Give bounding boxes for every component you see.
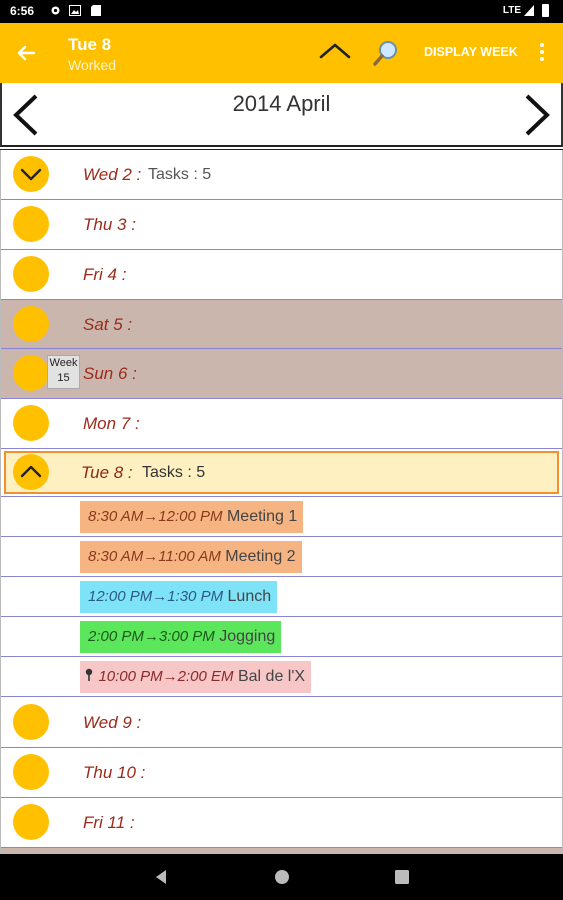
system-navigation-bar <box>0 854 563 900</box>
day-status-circle[interactable] <box>13 256 49 292</box>
day-label: Wed 2 : <box>83 165 142 184</box>
task-name: Lunch <box>227 588 272 605</box>
nav-recents-icon[interactable] <box>393 868 411 886</box>
day-label: Sat 5 : <box>83 315 133 334</box>
task-meeting-2[interactable]: 8:30 AM→11:00 AM Meeting 2 <box>80 541 302 573</box>
display-week-button[interactable]: DISPLAY WEEK <box>424 45 518 59</box>
task-time: 10:00 PM→2:00 EM <box>98 668 234 685</box>
task-jogging[interactable]: 2:00 PM→3:00 PM Jogging <box>80 621 282 653</box>
day-row-fri-4[interactable]: Fri 4 : <box>1 250 562 300</box>
day-status-circle[interactable] <box>13 704 49 740</box>
task-row: 10:00 PM→2:00 EM Bal de l'X <box>1 657 562 697</box>
signal-icon <box>524 5 534 16</box>
task-name: Meeting 1 <box>226 508 298 525</box>
back-arrow-icon[interactable] <box>14 41 38 65</box>
overflow-menu-icon[interactable] <box>536 41 548 65</box>
task-time: 8:30 AM→12:00 PM <box>88 508 223 525</box>
task-row: 2:00 PM→3:00 PM Jogging <box>1 617 562 657</box>
nav-home-icon[interactable] <box>273 868 291 886</box>
day-status-circle[interactable] <box>13 206 49 242</box>
day-label: Fri 4 : <box>83 265 127 284</box>
day-status-circle[interactable] <box>13 355 49 391</box>
nav-back-icon[interactable] <box>152 868 170 886</box>
task-row: 8:30 AM→12:00 PM Meeting 1 <box>1 497 562 537</box>
next-month-arrow-icon[interactable] <box>521 93 553 137</box>
day-status-circle[interactable] <box>13 454 49 490</box>
collapse-chevron-up-icon[interactable] <box>318 39 352 63</box>
day-label: Wed 9 : <box>83 713 142 732</box>
status-time: 6:56 <box>10 4 35 18</box>
task-name: Meeting 2 <box>225 548 296 565</box>
battery-icon <box>542 4 549 17</box>
week-badge-number: 15 <box>57 372 70 384</box>
day-row-fri-11[interactable]: Fri 11 : <box>1 798 562 848</box>
task-time: 12:00 PM→1:30 PM <box>88 588 224 605</box>
search-icon[interactable] <box>372 39 400 67</box>
toolbar-subtitle: Worked <box>68 57 116 73</box>
task-time: 8:30 AM→11:00 AM <box>88 548 221 565</box>
task-bal-de-lx[interactable]: 10:00 PM→2:00 EM Bal de l'X <box>80 661 312 693</box>
pin-icon <box>84 668 94 682</box>
month-title: 2014 April <box>232 91 331 116</box>
sd-card-icon <box>91 5 102 16</box>
day-label: Fri 11 : <box>83 813 135 832</box>
month-header: 2014 April <box>0 83 563 147</box>
day-status-circle[interactable] <box>13 405 49 441</box>
task-meeting-1[interactable]: 8:30 AM→12:00 PM Meeting 1 <box>80 501 304 533</box>
settings-icon <box>50 5 61 16</box>
day-row-thu-10[interactable]: Thu 10 : <box>1 748 562 798</box>
week-number-badge: Week 15 <box>47 355 80 389</box>
day-label: Sun 6 : <box>83 364 137 383</box>
chevron-up-icon <box>20 465 42 478</box>
status-bar: 6:56 LTE <box>0 0 563 23</box>
image-icon <box>69 5 81 16</box>
day-row-thu-3[interactable]: Thu 3 : <box>1 200 562 250</box>
day-row-mon-7[interactable]: Mon 7 : <box>1 399 562 449</box>
task-name: Jogging <box>219 628 276 645</box>
day-status-circle[interactable] <box>13 306 49 342</box>
toolbar-title: Tue 8 <box>68 35 112 54</box>
day-row-sun-6[interactable]: Week 15 Sun 6 : <box>1 349 562 399</box>
network-type: LTE <box>502 5 521 16</box>
day-label: Tue 8 : <box>81 463 133 482</box>
day-row-tue-8[interactable]: Tue 8 : Tasks : 5 <box>1 449 562 497</box>
day-label: Thu 3 : <box>83 215 136 234</box>
day-status-circle[interactable] <box>13 804 49 840</box>
task-row: 12:00 PM→1:30 PM Lunch <box>1 577 562 617</box>
day-status-circle[interactable] <box>13 156 49 192</box>
task-time: 2:00 PM→3:00 PM <box>88 628 215 645</box>
day-row-wed-9[interactable]: Wed 9 : <box>1 698 562 748</box>
task-row: 8:30 AM→11:00 AM Meeting 2 <box>1 537 562 577</box>
app-root: 6:56 LTE Tue 8 Worked DISPLAY WEEK 2014 … <box>0 0 563 900</box>
week-badge-label: Week <box>49 357 78 369</box>
task-count: Tasks : 5 <box>142 464 206 481</box>
chevron-down-icon <box>20 168 42 181</box>
day-row-wed-2[interactable]: Wed 2 : Tasks : 5 <box>1 150 562 200</box>
app-toolbar: Tue 8 Worked DISPLAY WEEK <box>0 23 563 83</box>
day-row-sat-5[interactable]: Sat 5 : <box>1 299 562 349</box>
day-list: Wed 2 : Tasks : 5 Thu 3 : Fri 4 : Sat 5 … <box>0 150 563 854</box>
task-count: Tasks : 5 <box>148 166 212 183</box>
task-name: Bal de l'X <box>237 668 306 685</box>
day-label: Thu 10 : <box>83 763 146 782</box>
day-label: Mon 7 : <box>83 414 140 433</box>
task-lunch[interactable]: 12:00 PM→1:30 PM Lunch <box>80 581 278 613</box>
day-status-circle[interactable] <box>13 754 49 790</box>
